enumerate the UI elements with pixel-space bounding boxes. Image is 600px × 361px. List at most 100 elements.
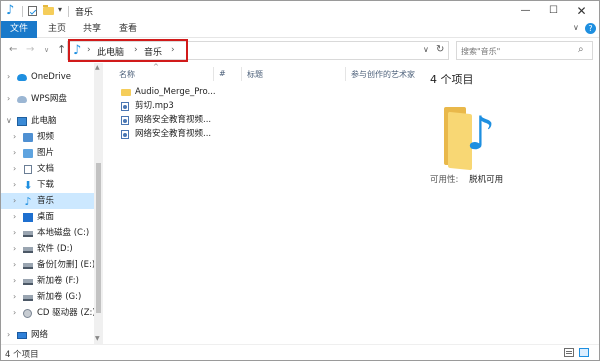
tab-view[interactable]: 查看 xyxy=(119,21,137,38)
expand-chevron-icon[interactable]: › xyxy=(13,161,16,177)
documents-icon xyxy=(24,165,32,174)
sidebar-item-drive-f[interactable]: › 新加卷 (F:) xyxy=(1,273,94,289)
pictures-folder-icon xyxy=(23,149,33,158)
breadcrumb-music[interactable]: 音乐 xyxy=(144,45,162,58)
sidebar-item-videos[interactable]: › 视频 xyxy=(1,129,94,145)
sidebar-item-drive-z[interactable]: › CD 驱动器 (Z:) xyxy=(1,305,94,321)
list-item[interactable]: 剪切.mp3 xyxy=(119,100,239,113)
search-icon[interactable]: ⌕ xyxy=(578,44,584,55)
expand-chevron-icon[interactable]: › xyxy=(13,145,16,161)
sidebar-item-label: 此电脑 xyxy=(31,116,57,126)
address-bar[interactable]: ♪ › 此电脑 › 音乐 › ∨ ↻ xyxy=(67,41,449,60)
sidebar-item-music[interactable]: › ♪ 音乐 xyxy=(1,193,94,209)
search-box[interactable]: ⌕ xyxy=(456,41,593,60)
tab-file[interactable]: 文件 xyxy=(1,21,37,38)
search-input[interactable] xyxy=(461,45,571,57)
audio-file-icon xyxy=(121,130,129,139)
expand-chevron-icon[interactable]: › xyxy=(13,193,16,209)
breadcrumb-separator-icon[interactable]: › xyxy=(134,45,138,55)
new-folder-icon[interactable] xyxy=(43,5,54,15)
list-item[interactable]: Audio_Merge_Pro... xyxy=(119,86,239,99)
sidebar-item-desktop[interactable]: › 桌面 xyxy=(1,209,94,225)
expand-chevron-icon[interactable]: › xyxy=(7,327,10,343)
details-pane: 4 个项目 ♪ 可用性: 脱机可用 xyxy=(416,63,599,344)
back-arrow-icon[interactable]: ← xyxy=(9,44,17,55)
desktop-icon xyxy=(23,213,33,222)
column-divider[interactable] xyxy=(213,67,214,81)
sidebar-item-label: WPS网盘 xyxy=(31,94,67,104)
breadcrumb-this-pc[interactable]: 此电脑 xyxy=(97,45,124,58)
navigation-bar: ← → ∨ ↑ ♪ › 此电脑 › 音乐 › ∨ ↻ ⌕ xyxy=(1,38,599,63)
sidebar-item-drive-c[interactable]: › 本地磁盘 (C:) xyxy=(1,225,94,241)
sidebar-item-this-pc[interactable]: ∨ 此电脑 xyxy=(1,113,94,129)
toolbar-divider xyxy=(68,6,69,17)
sidebar-item-label: 视频 xyxy=(37,132,55,142)
expand-chevron-icon[interactable]: › xyxy=(13,273,16,289)
sidebar-item-onedrive[interactable]: › OneDrive xyxy=(1,69,94,85)
expand-chevron-icon[interactable]: › xyxy=(13,129,16,145)
expand-chevron-icon[interactable]: › xyxy=(13,225,16,241)
breadcrumb-separator-icon[interactable]: › xyxy=(87,45,91,55)
properties-icon[interactable] xyxy=(28,6,37,16)
sidebar-item-drive-d[interactable]: › 软件 (D:) xyxy=(1,241,94,257)
column-divider[interactable] xyxy=(241,67,242,81)
tab-share[interactable]: 共享 xyxy=(83,21,101,38)
sidebar-item-label: 新加卷 (F:) xyxy=(37,276,79,286)
sidebar-item-downloads[interactable]: › ⬇ 下载 xyxy=(1,177,94,193)
sidebar-item-label: 网络 xyxy=(31,330,49,340)
breadcrumb-separator-icon[interactable]: › xyxy=(171,45,175,55)
sidebar-scrollbar[interactable]: ▲ ▼ xyxy=(94,63,103,344)
address-history-dropdown-icon[interactable]: ∨ xyxy=(423,45,429,54)
close-button[interactable]: ✕ xyxy=(568,1,595,21)
expand-chevron-icon[interactable]: › xyxy=(7,91,10,107)
expand-chevron-icon[interactable]: › xyxy=(13,257,16,273)
help-icon[interactable]: ? xyxy=(585,23,596,34)
navigation-pane: › OneDrive › WPS网盘 ∨ 此电脑 › 视频 › 图片 › 文档 xyxy=(1,63,94,344)
collapse-chevron-icon[interactable]: ∨ xyxy=(6,113,12,129)
sidebar-item-wps[interactable]: › WPS网盘 xyxy=(1,91,94,107)
audio-file-icon xyxy=(121,116,129,125)
expand-chevron-icon[interactable]: › xyxy=(13,241,16,257)
column-header-title[interactable]: 标题 xyxy=(247,69,263,80)
sidebar-item-label: 新加卷 (G:) xyxy=(37,292,82,302)
refresh-icon[interactable]: ↻ xyxy=(436,44,444,55)
column-header-name[interactable]: 名称 xyxy=(119,69,135,80)
up-arrow-icon[interactable]: ↑ xyxy=(57,43,66,56)
sidebar-item-label: 本地磁盘 (C:) xyxy=(37,228,90,238)
folder-icon xyxy=(121,89,131,96)
list-item[interactable]: 网络安全教育视频... xyxy=(119,114,239,127)
drive-icon xyxy=(23,263,33,269)
sidebar-item-drive-e[interactable]: › 备份[勿删] (E:) xyxy=(1,257,94,273)
list-item[interactable]: 网络安全教育视频... xyxy=(119,128,239,141)
expand-chevron-icon[interactable]: › xyxy=(13,305,16,321)
expand-chevron-icon[interactable]: › xyxy=(13,209,16,225)
videos-folder-icon xyxy=(23,133,33,142)
recent-locations-chevron-icon[interactable]: ∨ xyxy=(44,46,49,54)
details-view-icon[interactable] xyxy=(564,348,574,357)
sidebar-item-drive-g[interactable]: › 新加卷 (G:) xyxy=(1,289,94,305)
expand-chevron-icon[interactable]: › xyxy=(13,289,16,305)
music-note-icon: ♪ xyxy=(24,195,32,208)
sidebar-item-label: OneDrive xyxy=(31,72,71,82)
expand-chevron-icon[interactable]: › xyxy=(13,177,16,193)
sidebar-item-pictures[interactable]: › 图片 xyxy=(1,145,94,161)
details-item-count: 4 个项目 xyxy=(430,73,474,86)
scrollbar-thumb[interactable] xyxy=(96,163,101,313)
large-icons-view-icon[interactable] xyxy=(579,348,589,357)
column-header-artist[interactable]: 参与创作的艺术家 xyxy=(351,69,416,80)
column-divider[interactable] xyxy=(345,67,346,81)
expand-ribbon-chevron-icon[interactable]: ∨ xyxy=(573,23,579,32)
expand-chevron-icon[interactable]: › xyxy=(7,69,10,85)
sidebar-item-documents[interactable]: › 文档 xyxy=(1,161,94,177)
customize-toolbar-dropdown-icon[interactable]: ▾ xyxy=(58,5,62,19)
cd-drive-icon xyxy=(23,309,32,318)
scroll-down-arrow-icon[interactable]: ▼ xyxy=(95,335,100,342)
scroll-up-arrow-icon[interactable]: ▲ xyxy=(95,64,100,71)
minimize-button[interactable]: — xyxy=(512,1,539,21)
tab-home[interactable]: 主页 xyxy=(48,21,66,38)
sidebar-item-network[interactable]: › 网络 xyxy=(1,327,94,343)
forward-arrow-icon[interactable]: → xyxy=(26,44,34,55)
maximize-button[interactable]: ☐ xyxy=(540,1,567,21)
column-header-track-number[interactable]: # xyxy=(219,69,226,78)
sidebar-item-label: 音乐 xyxy=(37,196,55,206)
